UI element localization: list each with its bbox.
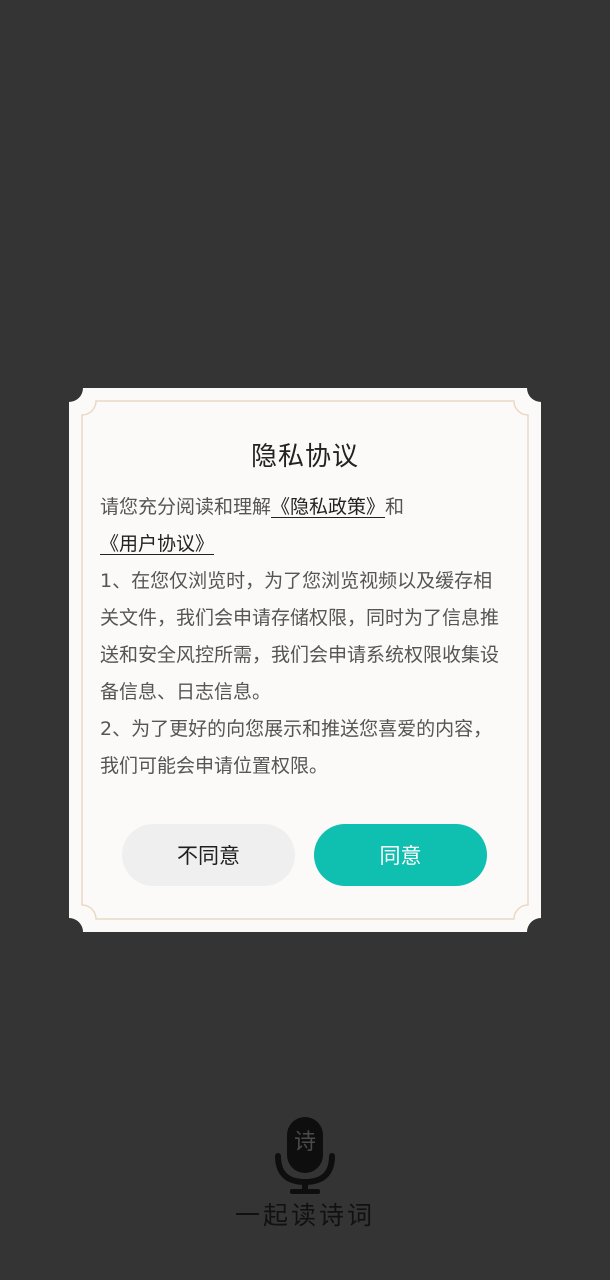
intro-paragraph: 请您充分阅读和理解《隐私政策》和《用户协议》 bbox=[100, 489, 510, 563]
privacy-policy-link[interactable]: 《隐私政策》 bbox=[271, 496, 385, 518]
intro-and: 和 bbox=[385, 496, 405, 518]
dialog-body: 请您充分阅读和理解《隐私政策》和《用户协议》 1、在您仅浏览时，为了您浏览视频以… bbox=[100, 489, 510, 785]
logo-character: 诗 bbox=[294, 1130, 316, 1155]
intro-prefix: 请您充分阅读和理解 bbox=[100, 496, 272, 518]
microphone-poem-logo-icon: 诗 bbox=[275, 1117, 335, 1194]
user-agreement-link[interactable]: 《用户协议》 bbox=[100, 533, 214, 555]
disagree-button-label: 不同意 bbox=[177, 844, 240, 868]
clause-1: 1、在您仅浏览时，为了您浏览视频以及缓存相关文件，我们会申请存储权限，同时为了信… bbox=[100, 570, 500, 703]
disagree-button[interactable]: 不同意 bbox=[122, 824, 295, 886]
agree-button-label: 同意 bbox=[379, 844, 422, 868]
clause-2: 2、为了更好的向您展示和推送您喜爱的内容，我们可能会申请位置权限。 bbox=[100, 718, 493, 777]
privacy-dialog: 隐私协议 请您充分阅读和理解《隐私政策》和《用户协议》 1、在您仅浏览时，为了您… bbox=[69, 388, 541, 932]
app-name: 一起读诗词 bbox=[234, 1201, 375, 1230]
agree-button[interactable]: 同意 bbox=[314, 824, 487, 886]
dialog-title: 隐私协议 bbox=[250, 442, 359, 472]
